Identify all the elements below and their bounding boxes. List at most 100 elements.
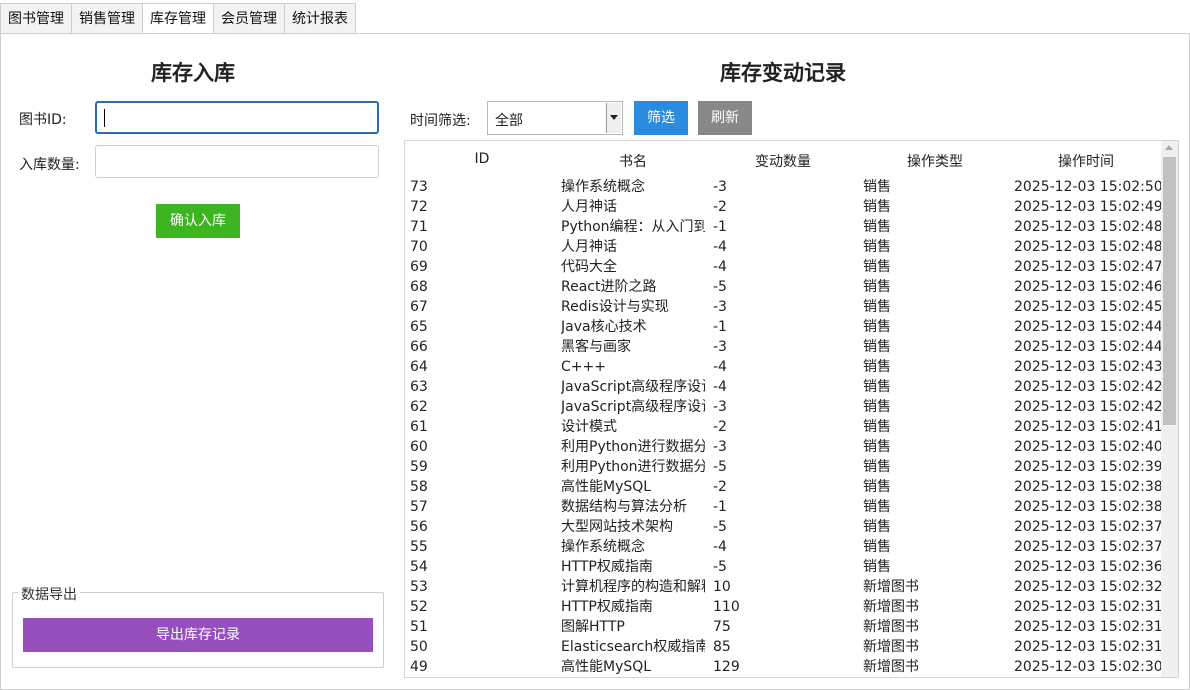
cell-id: 53 (410, 579, 428, 595)
records-table: ID 书名 变动数量 操作类型 操作时间 73 操作系统概念 -3 销售 2025-12… (404, 140, 1179, 678)
table-row[interactable]: 52 HTTP权威指南 110 新增图书 2025-12-03 15:02:31 (405, 597, 1162, 617)
table-row[interactable]: 58 高性能MySQL -2 销售 2025-12-03 15:02:38 (405, 477, 1162, 497)
book-id-label: 图书ID: (19, 112, 67, 128)
cell-type: 销售 (863, 539, 891, 555)
cell-id: 51 (410, 619, 428, 635)
cell-id: 70 (410, 239, 428, 255)
cell-change: 85 (713, 639, 731, 655)
scroll-up-arrow-icon[interactable] (1165, 145, 1173, 150)
filter-button[interactable]: 筛选 (634, 101, 688, 135)
book-id-input[interactable] (95, 101, 379, 134)
col-header-name[interactable]: 书名 (603, 151, 663, 171)
cell-id: 72 (410, 199, 428, 215)
table-row[interactable]: 70 人月神话 -4 销售 2025-12-03 15:02:48 (405, 237, 1162, 257)
refresh-button[interactable]: 刷新 (698, 101, 752, 135)
scrollbar-thumb[interactable] (1163, 157, 1176, 425)
col-header-time[interactable]: 操作时间 (1048, 151, 1124, 171)
cell-time: 2025-12-03 15:02:30 (1014, 659, 1162, 675)
cell-book-name: 操作系统概念 (561, 539, 645, 555)
cell-time: 2025-12-03 15:02:37 (1014, 519, 1162, 535)
cell-change: -4 (713, 239, 727, 255)
cell-time: 2025-12-03 15:02:48 (1014, 239, 1162, 255)
cell-book-name: Java核心技术 (561, 319, 647, 335)
cell-change: -5 (713, 519, 727, 535)
table-row[interactable]: 68 React进阶之路 -5 销售 2025-12-03 15:02:46 (405, 277, 1162, 297)
table-row[interactable]: 67 Redis设计与实现 -3 销售 2025-12-03 15:02:45 (405, 297, 1162, 317)
time-filter-select[interactable]: 全部 (487, 101, 623, 135)
cell-time: 2025-12-03 15:02:42 (1014, 399, 1162, 415)
tab-sales-management[interactable]: 销售管理 (71, 3, 143, 34)
cell-change: -5 (713, 559, 727, 575)
table-row[interactable]: 56 大型网站技术架构 -5 销售 2025-12-03 15:02:37 (405, 517, 1162, 537)
stock-in-title: 库存入库 (151, 60, 235, 85)
table-row[interactable]: 69 代码大全 -4 销售 2025-12-03 15:02:47 (405, 257, 1162, 277)
cell-time: 2025-12-03 15:02:49 (1014, 199, 1162, 215)
table-row[interactable]: 71 Python编程：从入门到实践 -1 销售 2025-12-03 15:02:48 (405, 217, 1162, 237)
tab-member-management[interactable]: 会员管理 (213, 3, 285, 34)
cell-id: 73 (410, 179, 428, 195)
tab-book-management[interactable]: 图书管理 (0, 3, 72, 34)
cell-change: 129 (713, 659, 740, 675)
cell-time: 2025-12-03 15:02:32 (1014, 579, 1162, 595)
cell-type: 新增图书 (863, 579, 919, 595)
col-header-change[interactable]: 变动数量 (745, 151, 821, 171)
table-row[interactable]: 54 HTTP权威指南 -5 销售 2025-12-03 15:02:36 (405, 557, 1162, 577)
tab-statistics-report[interactable]: 统计报表 (284, 3, 356, 34)
table-row[interactable]: 51 图解HTTP 75 新增图书 2025-12-03 15:02:31 (405, 617, 1162, 637)
cell-book-name: JavaScript高级程序设计 (561, 399, 705, 415)
cell-book-name: 大型网站技术架构 (561, 519, 673, 535)
table-row[interactable]: 62 JavaScript高级程序设计 -3 销售 2025-12-03 15:02:4… (405, 397, 1162, 417)
table-row[interactable]: 63 JavaScript高级程序设计 -4 销售 2025-12-03 15:02:4… (405, 377, 1162, 397)
cell-type: 新增图书 (863, 659, 919, 675)
cell-type: 销售 (863, 199, 891, 215)
cell-id: 52 (410, 599, 428, 615)
table-row[interactable]: 72 人月神话 -2 销售 2025-12-03 15:02:49 (405, 197, 1162, 217)
cell-id: 69 (410, 259, 428, 275)
table-row[interactable]: 59 利用Python进行数据分析 -5 销售 2025-12-03 15:02:39 (405, 457, 1162, 477)
cell-id: 71 (410, 219, 428, 235)
col-header-id[interactable]: ID (465, 151, 499, 167)
cell-time: 2025-12-03 15:02:44 (1014, 339, 1162, 355)
cell-type: 销售 (863, 219, 891, 235)
table-row[interactable]: 55 操作系统概念 -4 销售 2025-12-03 15:02:37 (405, 537, 1162, 557)
cell-change: -2 (713, 479, 727, 495)
cell-time: 2025-12-03 15:02:31 (1014, 639, 1162, 655)
cell-type: 销售 (863, 379, 891, 395)
table-row[interactable]: 57 数据结构与算法分析 -1 销售 2025-12-03 15:02:38 (405, 497, 1162, 517)
table-row[interactable]: 73 操作系统概念 -3 销售 2025-12-03 15:02:50 (405, 177, 1162, 197)
tab-inventory-management[interactable]: 库存管理 (142, 3, 214, 35)
vertical-scrollbar[interactable] (1161, 141, 1178, 677)
cell-change: 110 (713, 599, 740, 615)
table-row[interactable]: 65 Java核心技术 -1 销售 2025-12-03 15:02:44 (405, 317, 1162, 337)
confirm-stock-in-button[interactable]: 确认入库 (156, 204, 240, 238)
table-row[interactable]: 50 Elasticsearch权威指南 85 新增图书 2025-12-03 15:0… (405, 637, 1162, 657)
cell-book-name: React进阶之路 (561, 279, 657, 295)
cell-time: 2025-12-03 15:02:46 (1014, 279, 1162, 295)
dropdown-arrow[interactable] (606, 103, 621, 133)
cell-book-name: HTTP权威指南 (561, 559, 653, 575)
cell-book-name: 人月神话 (561, 239, 617, 255)
table-row[interactable]: 60 利用Python进行数据分析 -3 销售 2025-12-03 15:02:40 (405, 437, 1162, 457)
table-row[interactable]: 66 黑客与画家 -3 销售 2025-12-03 15:02:44 (405, 337, 1162, 357)
table-row[interactable]: 61 设计模式 -2 销售 2025-12-03 15:02:41 (405, 417, 1162, 437)
table-row[interactable]: 53 计算机程序的构造和解释 10 新增图书 2025-12-03 15:02:32 (405, 577, 1162, 597)
cell-type: 销售 (863, 319, 891, 335)
cell-id: 66 (410, 339, 428, 355)
cell-time: 2025-12-03 15:02:42 (1014, 379, 1162, 395)
cell-book-name: Elasticsearch权威指南 (561, 639, 705, 655)
table-row[interactable]: 64 C+++ -4 销售 2025-12-03 15:02:43 (405, 357, 1162, 377)
cell-change: -1 (713, 219, 727, 235)
cell-time: 2025-12-03 15:02:47 (1014, 259, 1162, 275)
table-body: 73 操作系统概念 -3 销售 2025-12-03 15:02:50 72 人月神话 -2 销… (405, 177, 1162, 677)
cell-time: 2025-12-03 15:02:36 (1014, 559, 1162, 575)
cell-type: 销售 (863, 419, 891, 435)
table-row[interactable]: 49 高性能MySQL 129 新增图书 2025-12-03 15:02:30 (405, 657, 1162, 677)
cell-type: 销售 (863, 259, 891, 275)
cell-change: -3 (713, 399, 727, 415)
chevron-down-icon (610, 115, 618, 120)
cell-book-name: 设计模式 (561, 419, 617, 435)
col-header-type[interactable]: 操作类型 (897, 151, 973, 171)
cell-id: 57 (410, 499, 428, 515)
quantity-input[interactable] (95, 145, 379, 178)
export-records-button[interactable]: 导出库存记录 (23, 618, 373, 652)
